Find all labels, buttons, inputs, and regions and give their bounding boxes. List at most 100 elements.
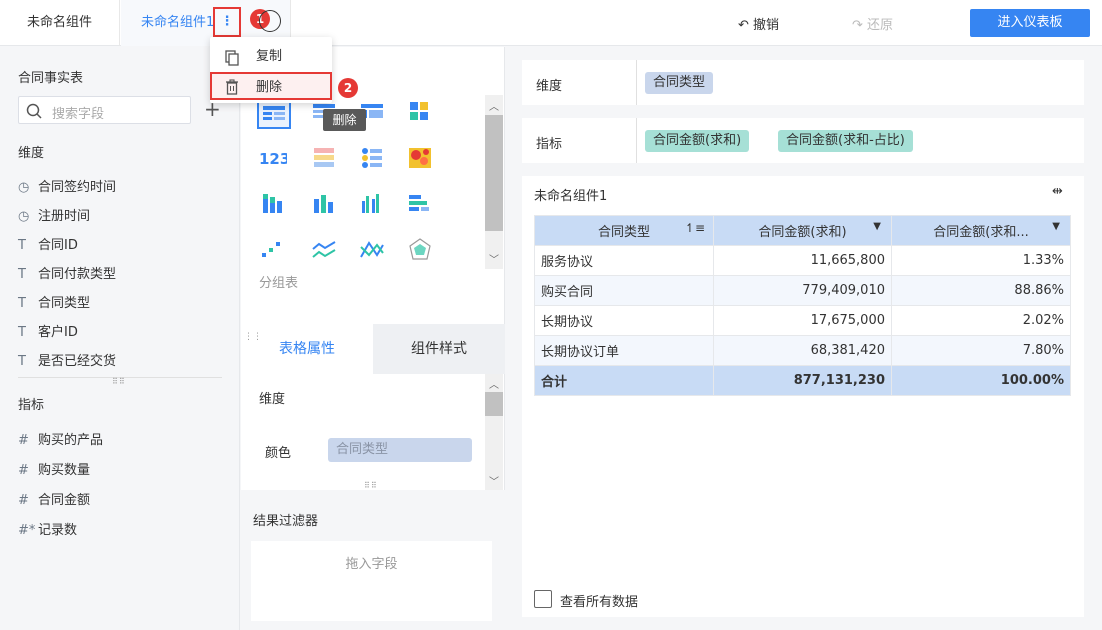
field-item[interactable]: T 是否已经交货 bbox=[18, 352, 116, 372]
menu-item-delete[interactable]: 删除 bbox=[210, 72, 332, 100]
measure-pill[interactable]: 合同金额(求和) bbox=[645, 130, 750, 152]
field-item[interactable]: # 购买数量 bbox=[18, 461, 90, 481]
table-row: 长期协议 17,675,000 2.02% bbox=[534, 305, 1071, 336]
property-scrollbar[interactable]: ︿ ﹀ bbox=[485, 374, 503, 490]
field-label: 记录数 bbox=[38, 523, 78, 538]
widget-preview: 未命名组件1 ⇹ 合同类型 ↿≡ 合同金额(求和) ▼ 合同金额(求和... ▼ 服务… bbox=[522, 176, 1084, 617]
more-options-icon[interactable]: ⋮ bbox=[213, 7, 241, 37]
scroll-up-icon[interactable]: ︿ bbox=[489, 98, 499, 113]
kpi-list-chart-icon[interactable] bbox=[357, 145, 391, 175]
menu-item-copy[interactable]: 复制 bbox=[210, 43, 332, 71]
result-filter: 结果过滤器 拖入字段 bbox=[241, 490, 505, 630]
step-badge-2: 2 bbox=[338, 78, 358, 98]
filter-title: 结果过滤器 bbox=[253, 514, 319, 529]
resize-handle-icon[interactable]: ⠿⠿ bbox=[112, 377, 126, 386]
total-row: 合计 877,131,230 100.00% bbox=[534, 365, 1071, 396]
field-item[interactable]: T 合同ID bbox=[18, 236, 78, 256]
text-icon: T bbox=[18, 267, 26, 282]
filter-drop-zone[interactable]: 拖入字段 bbox=[251, 541, 492, 621]
divider bbox=[636, 118, 637, 163]
dropdown-icon[interactable]: ▼ bbox=[1052, 221, 1060, 232]
field-item[interactable]: # 购买的产品 bbox=[18, 431, 103, 451]
table-cell: 100.00% bbox=[891, 365, 1071, 396]
stacked-bar-chart-icon[interactable] bbox=[257, 191, 291, 221]
column-chart-icon[interactable] bbox=[309, 191, 343, 221]
text-icon: T bbox=[18, 296, 26, 311]
drag-handle-icon[interactable]: ⋮⋮ bbox=[244, 332, 262, 342]
field-item[interactable]: # 合同金额 bbox=[18, 491, 90, 511]
scroll-down-icon[interactable]: ﹀ bbox=[489, 251, 499, 266]
field-item[interactable]: ◷ 注册时间 bbox=[18, 207, 90, 227]
show-all-checkbox[interactable] bbox=[534, 590, 552, 608]
multi-kpi-chart-icon[interactable] bbox=[309, 145, 343, 175]
tab-widget-style[interactable]: 组件样式 bbox=[373, 324, 505, 374]
undo-button[interactable]: ↶ 撤销 bbox=[738, 14, 779, 33]
field-label: 客户ID bbox=[38, 325, 78, 340]
radar-chart-icon[interactable] bbox=[405, 237, 439, 267]
heat-grid-chart-icon[interactable] bbox=[405, 99, 439, 129]
search-input[interactable]: 搜索字段 bbox=[18, 96, 191, 124]
table-cell: 68,381,420 bbox=[713, 335, 892, 366]
tab-unnamed-widget[interactable]: 未命名组件 bbox=[0, 0, 120, 46]
scatter-chart-icon[interactable] bbox=[257, 237, 291, 267]
scroll-down-icon[interactable]: ﹀ bbox=[489, 473, 499, 488]
redo-button[interactable]: ↷ 还原 bbox=[852, 14, 893, 33]
color-field-pill[interactable]: 合同类型 bbox=[328, 438, 472, 462]
trash-icon bbox=[224, 78, 240, 106]
redo-label: 还原 bbox=[867, 18, 894, 33]
menu-item-label: 删除 bbox=[256, 80, 283, 95]
table-row: 服务协议 11,665,800 1.33% bbox=[534, 245, 1071, 276]
field-item[interactable]: T 合同类型 bbox=[18, 294, 90, 314]
scroll-thumb[interactable] bbox=[485, 115, 503, 231]
multi-line-chart-icon[interactable] bbox=[357, 237, 391, 267]
column-header[interactable]: 合同金额(求和) ▼ bbox=[713, 215, 892, 246]
line-chart-icon[interactable] bbox=[309, 237, 343, 267]
top-bar: 未命名组件 未命名组件1 ⋮ 1 ↶ 撤销 ↷ 还原 进入仪表板 bbox=[0, 0, 1102, 46]
dimension-bar-label: 维度 bbox=[536, 79, 563, 94]
field-item[interactable]: T 客户ID bbox=[18, 323, 78, 343]
table-cell: 购买合同 bbox=[534, 275, 714, 306]
table-cell: 17,675,000 bbox=[713, 305, 892, 336]
enter-dashboard-button[interactable]: 进入仪表板 bbox=[970, 9, 1090, 37]
chart-config-panel: 123 ︿ ﹀ 分组表 表格属性 组件样式 ⋮⋮ 维度 颜色 合同类型 ︿ ﹀ … bbox=[241, 47, 505, 630]
text-icon: T bbox=[18, 354, 26, 369]
property-tabs: 表格属性 组件样式 bbox=[241, 324, 505, 374]
preview-panel: 维度 合同类型 指标 合同金额(求和) 合同金额(求和-占比) 未命名组件1 ⇹… bbox=[506, 47, 1102, 630]
table-cell: 7.80% bbox=[891, 335, 1071, 366]
scroll-thumb[interactable] bbox=[485, 392, 503, 416]
measure-pill[interactable]: 合同金额(求和-占比) bbox=[778, 130, 913, 152]
kpi-number-chart-icon[interactable]: 123 bbox=[257, 145, 291, 175]
sort-icon[interactable]: ↿≡ bbox=[685, 221, 705, 235]
grouped-table-chart-icon[interactable] bbox=[257, 99, 291, 129]
column-header[interactable]: 合同类型 ↿≡ bbox=[534, 215, 714, 246]
table-row: 购买合同 779,409,010 88.86% bbox=[534, 275, 1071, 306]
dimension-pill[interactable]: 合同类型 bbox=[645, 72, 714, 94]
circle-icon[interactable] bbox=[259, 10, 281, 32]
hash-star-icon: #* bbox=[18, 523, 36, 538]
dropdown-icon[interactable]: ▼ bbox=[873, 221, 881, 232]
table-cell: 长期协议订单 bbox=[534, 335, 714, 366]
field-label: 合同金额 bbox=[38, 493, 91, 508]
column-header[interactable]: 合同金额(求和... ▼ bbox=[891, 215, 1071, 246]
table-cell: 服务协议 bbox=[534, 245, 714, 276]
horizontal-bar-chart-icon[interactable] bbox=[405, 191, 439, 221]
hash-icon: # bbox=[18, 493, 29, 508]
field-label: 是否已经交货 bbox=[38, 354, 117, 369]
field-item[interactable]: #* 记录数 bbox=[18, 521, 77, 541]
field-item[interactable]: ◷ 合同签约时间 bbox=[18, 178, 116, 198]
resize-handle-icon[interactable]: ⠿⠿ bbox=[364, 481, 378, 490]
search-placeholder: 搜索字段 bbox=[52, 107, 105, 122]
field-item[interactable]: T 合同付款类型 bbox=[18, 265, 116, 285]
search-icon bbox=[26, 103, 42, 119]
table-cell: 合计 bbox=[534, 365, 714, 396]
show-all-label: 查看所有数据 bbox=[560, 595, 639, 610]
grouped-column-chart-icon[interactable] bbox=[357, 191, 391, 221]
chart-list-scrollbar[interactable]: ︿ ﹀ bbox=[485, 95, 503, 269]
field-label: 合同类型 bbox=[38, 296, 91, 311]
scroll-up-icon[interactable]: ︿ bbox=[489, 376, 499, 391]
svg-text:123: 123 bbox=[259, 150, 287, 168]
measure-bar: 指标 合同金额(求和) 合同金额(求和-占比) bbox=[522, 118, 1084, 163]
heatmap-chart-icon[interactable] bbox=[405, 145, 439, 175]
measure-section-title: 指标 bbox=[18, 398, 45, 413]
fit-width-icon[interactable]: ⇹ bbox=[1052, 184, 1063, 199]
